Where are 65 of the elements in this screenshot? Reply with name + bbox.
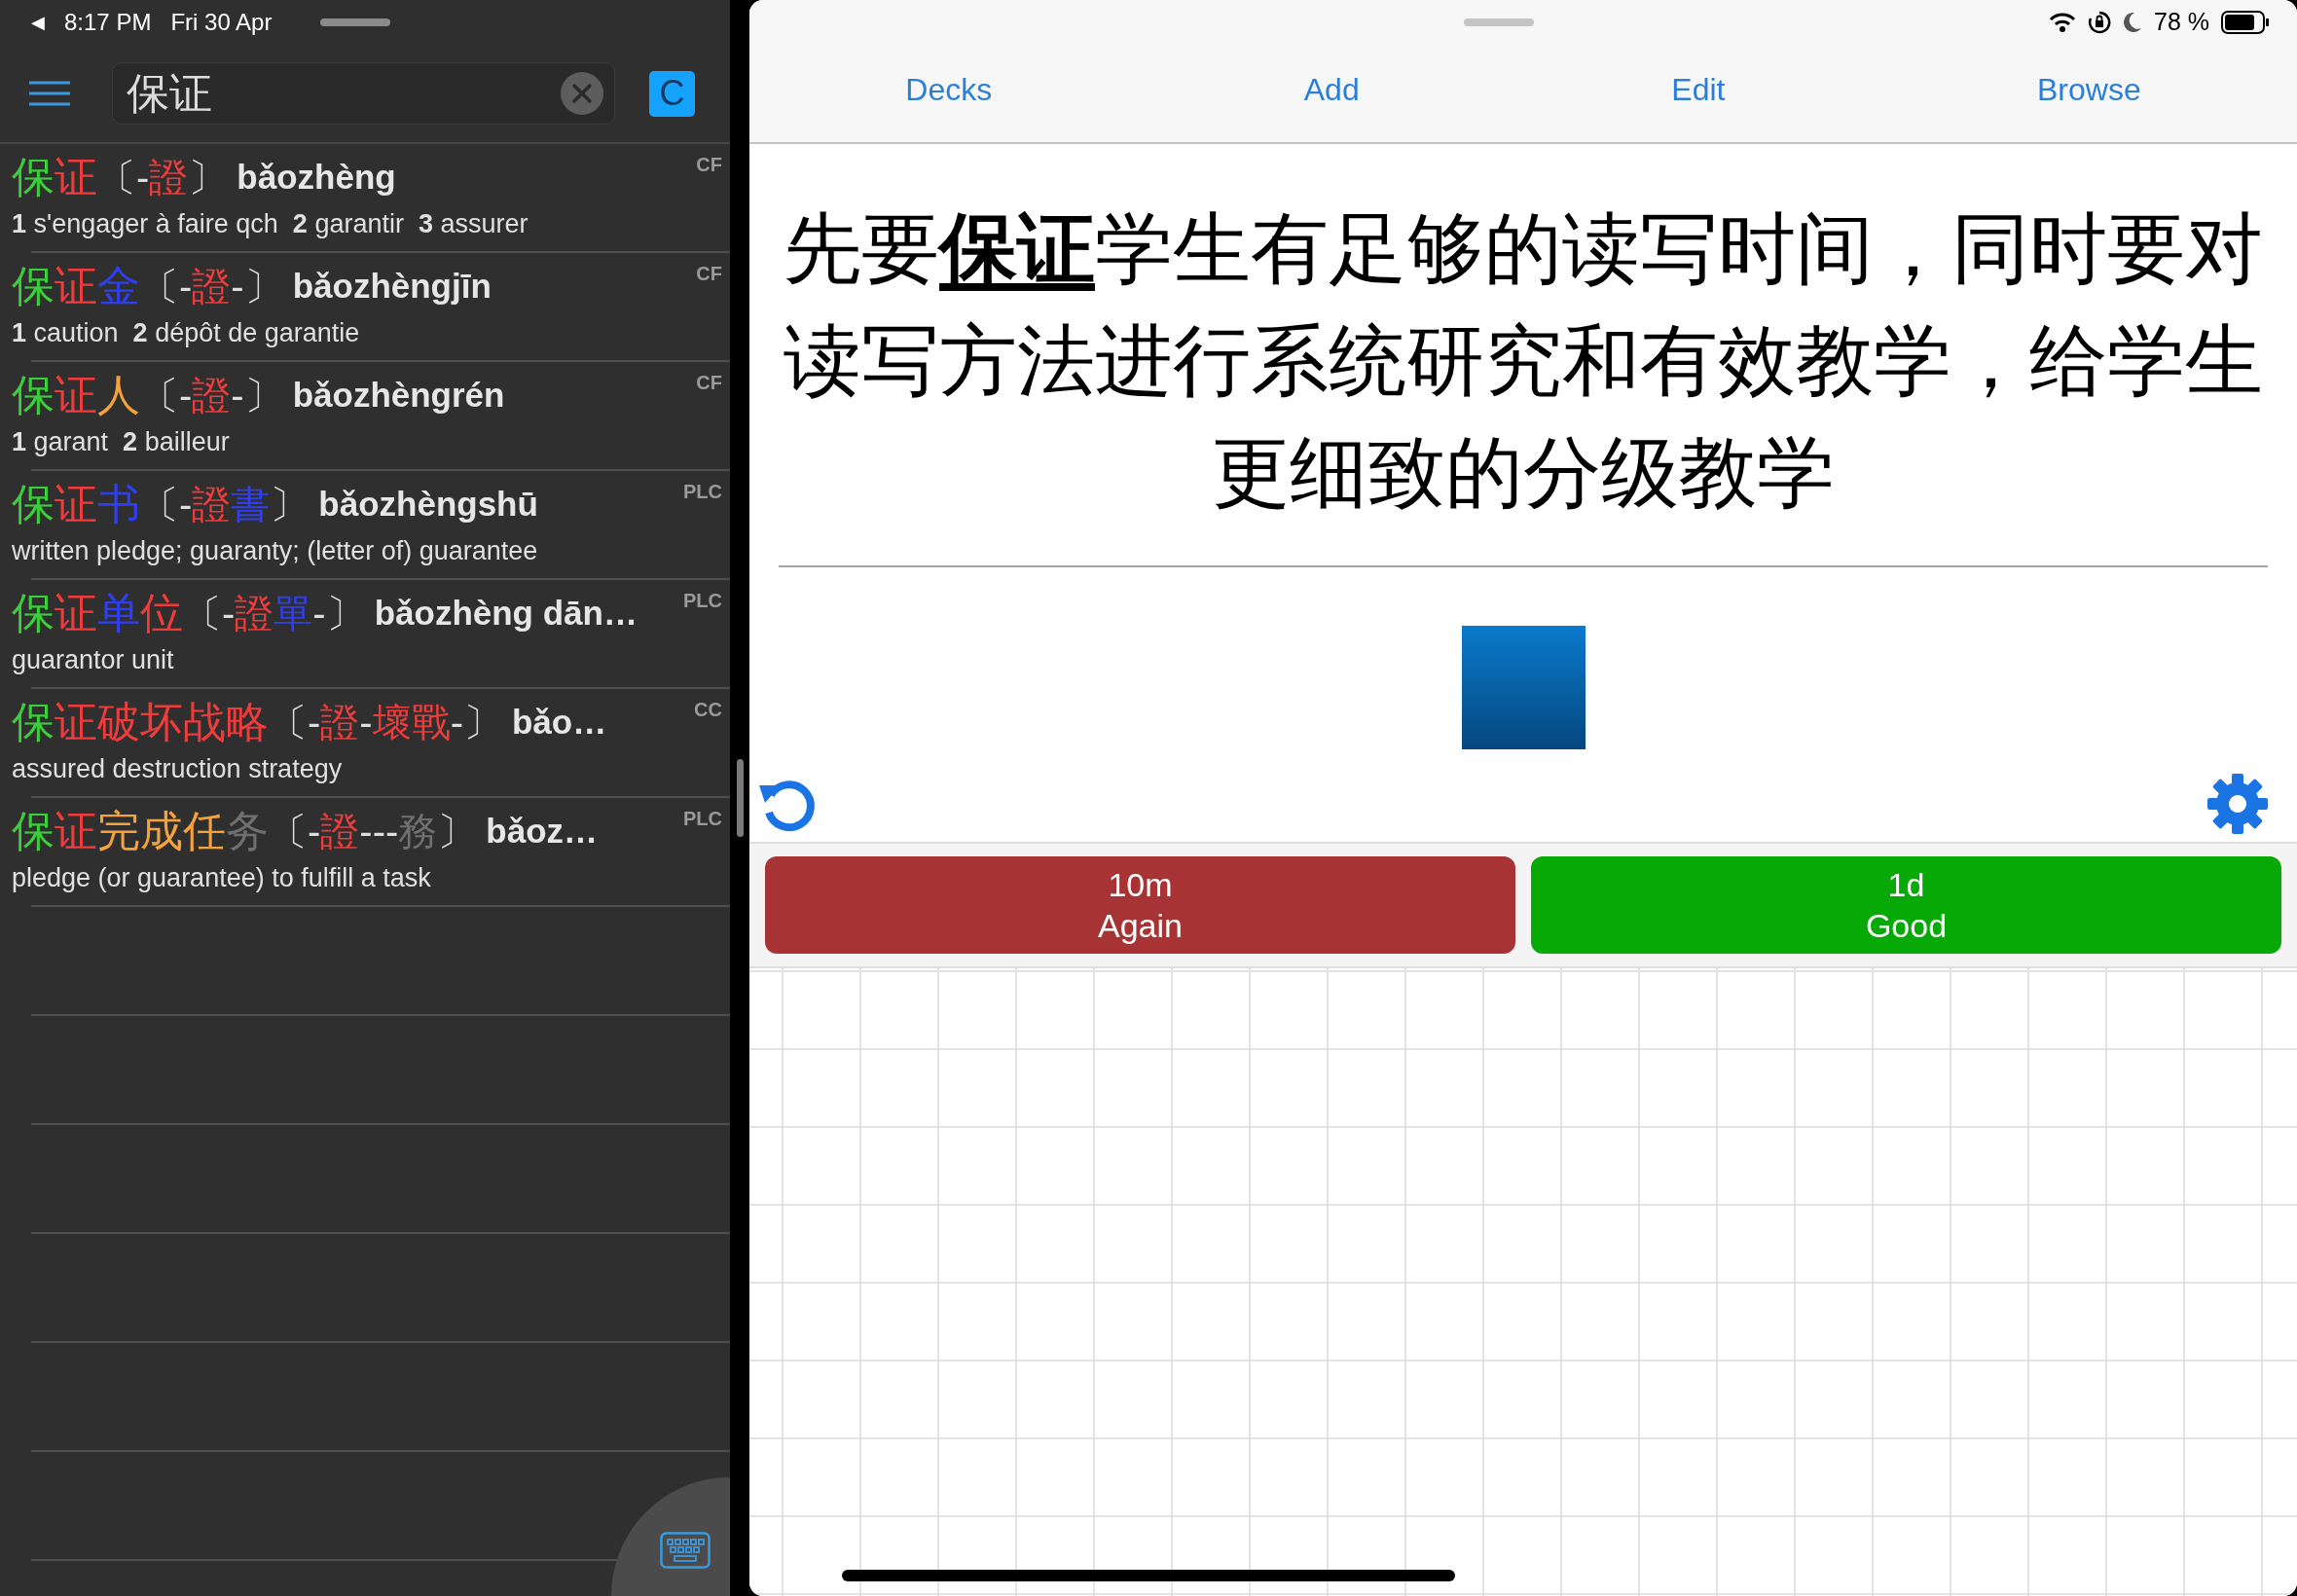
wifi-icon <box>2049 12 2076 33</box>
definition: guarantor unit <box>12 644 175 676</box>
definition: 1 s'engager à faire qch 2 garantir 3 assurer <box>12 208 529 240</box>
definition: assured destruction strategy <box>12 753 344 785</box>
traditional-form: 〔-證-〕 <box>140 373 283 418</box>
multitask-handle[interactable] <box>320 18 391 26</box>
pinyin: bǎoz… <box>486 810 599 852</box>
source-tag: CF <box>696 259 722 288</box>
toolbar-button[interactable]: Browse <box>2037 66 2141 113</box>
headword: 保证单位 <box>12 588 183 638</box>
result-row[interactable]: 保证完成任务〔-證---務〕 bǎoz… pledge (or guarantee) to fulfill a task PLC <box>0 798 730 905</box>
definition: written pledge; guaranty; (letter of) guarantee <box>12 535 539 567</box>
traditional-form: 〔-證〕 <box>97 155 228 200</box>
search-field[interactable]: 保证 <box>112 62 615 125</box>
toolbar-button[interactable]: Add <box>1303 66 1360 113</box>
source-tag: CF <box>696 150 722 179</box>
multitask-handle[interactable] <box>1464 18 1534 26</box>
source-tag: PLC <box>683 477 722 506</box>
pinyin: bǎozhèngrén <box>292 374 505 416</box>
status-time: 8:17 PM <box>64 8 152 37</box>
traditional-form: 〔-證書〕 <box>140 482 310 527</box>
source-tag: PLC <box>683 804 722 833</box>
headword: 保证书 <box>12 479 140 529</box>
answer-button[interactable]: 10m Again <box>765 856 1515 954</box>
keyboard-icon[interactable] <box>660 1532 711 1569</box>
result-row[interactable]: 保证破坏战略〔-證-壞戰-〕 bǎo… assured destruction strategy CC <box>0 689 730 796</box>
rotation-lock-icon <box>2088 11 2111 34</box>
headword: 保证完成任务 <box>12 806 269 856</box>
menu-icon[interactable] <box>29 81 70 106</box>
headword: 保证金 <box>12 261 140 311</box>
toolbar-button[interactable]: Edit <box>1671 66 1726 113</box>
pinyin: bǎo… <box>512 701 607 743</box>
back-arrow[interactable]: ◀ <box>31 9 45 36</box>
settings-icon[interactable] <box>2207 774 2268 834</box>
source-tag: CF <box>696 368 722 397</box>
result-row[interactable]: 保证〔-證〕 bǎozhèng 1 s'engager à faire qch 2 garantir 3 assurer CF <box>0 144 730 251</box>
definition: 1 garant 2 bailleur <box>12 426 231 458</box>
traditional-form: 〔-證---務〕 <box>269 809 477 854</box>
traditional-form: 〔-證單-〕 <box>183 591 365 636</box>
split-view-handle[interactable] <box>736 759 744 837</box>
card-sentence: 先要保证学生有足够的读写时间，同时要对读写方法进行系统研究和有效教学，给学生更细致的分级教学 <box>783 204 2264 518</box>
headword: 保证 <box>12 152 97 202</box>
headword: 保证破坏战略 <box>12 697 269 747</box>
headword: 保证人 <box>12 370 140 420</box>
battery-icon <box>2221 11 2270 34</box>
source-tag: CC <box>694 695 722 724</box>
pinyin: bǎozhèngshū <box>318 483 538 525</box>
result-row[interactable]: 保证金〔-證-〕 bǎozhèngjīn 1 caution 2 dépôt de garantie CF <box>0 253 730 360</box>
clear-icon[interactable] <box>561 72 603 115</box>
toolbar-button[interactable]: Decks <box>905 66 993 113</box>
pinyin: bǎozhèngjīn <box>292 265 492 307</box>
mode-button[interactable]: C <box>649 70 695 117</box>
result-row[interactable]: 保证书〔-證書〕 bǎozhèngshū written pledge; guaranty; (letter of) guarantee PLC <box>0 471 730 578</box>
definition: 1 caution 2 dépôt de garantie <box>12 317 361 349</box>
moon-icon <box>2123 12 2142 33</box>
traditional-form: 〔-證-〕 <box>140 264 283 309</box>
definition: pledge (or guarantee) to fulfill a task <box>12 862 432 894</box>
source-tag: PLC <box>683 586 722 615</box>
traditional-form: 〔-證-壞戰-〕 <box>269 700 502 745</box>
result-row[interactable]: 保证人〔-證-〕 bǎozhèngrén 1 garant 2 bailleur CF <box>0 362 730 469</box>
pinyin: bǎozhèng <box>237 156 396 198</box>
pinyin: bǎozhèng dān… <box>374 592 638 634</box>
result-row[interactable]: 保证单位〔-證單-〕 bǎozhèng dān… guarantor unit PLC <box>0 580 730 687</box>
battery-text: 78 % <box>2154 7 2209 38</box>
status-date: Fri 30 Apr <box>170 8 273 37</box>
